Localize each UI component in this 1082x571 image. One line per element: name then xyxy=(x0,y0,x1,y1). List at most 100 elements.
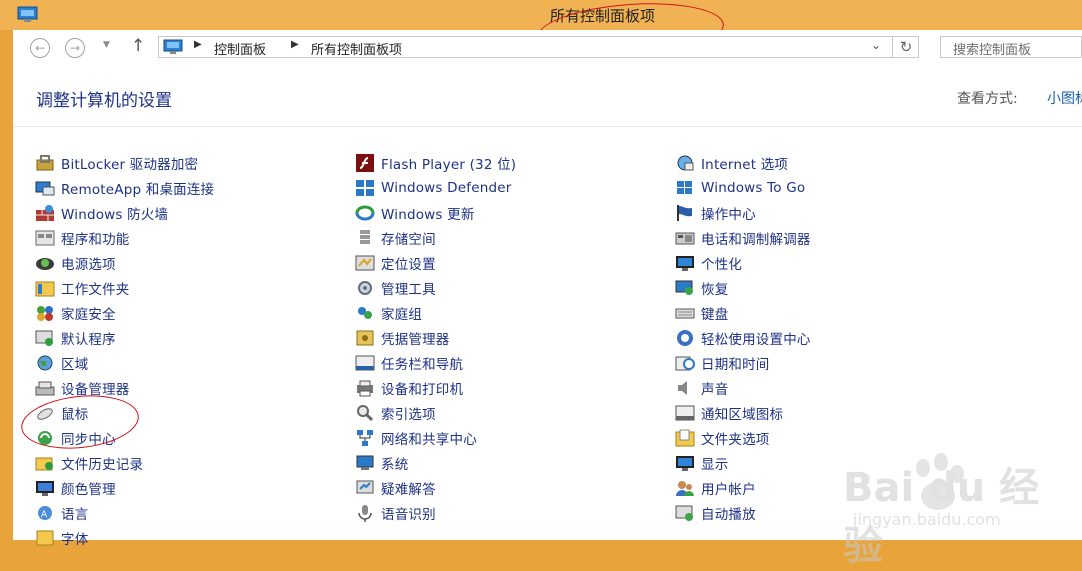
default-programs-icon xyxy=(35,330,53,346)
view-by-label: 查看方式: xyxy=(957,91,1018,107)
item-homegroup[interactable]: 家庭组 xyxy=(355,300,516,325)
forward-arrow-icon[interactable]: → xyxy=(65,38,85,58)
item-action-center[interactable]: 操作中心 xyxy=(675,200,811,225)
breadcrumb-separator-icon: ▶ xyxy=(291,39,299,50)
location-icon xyxy=(355,255,375,270)
autoplay-icon xyxy=(675,505,693,521)
item-windows-defender[interactable]: Windows Defender xyxy=(355,175,516,200)
item-admin-tools[interactable]: 管理工具 xyxy=(355,275,516,300)
item-notification-icons[interactable]: 通知区域图标 xyxy=(675,400,811,425)
item-location[interactable]: 定位设置 xyxy=(355,250,516,275)
item-family-safety[interactable]: 家庭安全 xyxy=(35,300,214,325)
fonts-icon xyxy=(36,530,54,545)
search-input[interactable]: 搜索控制面板 xyxy=(940,36,1082,58)
storage-spaces-icon xyxy=(360,229,370,244)
item-fonts[interactable]: 字体 xyxy=(35,525,214,550)
item-file-history[interactable]: 文件历史记录 xyxy=(35,450,214,475)
remoteapp-icon xyxy=(35,181,55,195)
troubleshooting-icon xyxy=(356,480,374,493)
breadcrumb-separator-icon: ▶ xyxy=(194,39,202,50)
item-date-time[interactable]: 日期和时间 xyxy=(675,350,811,375)
view-by-dropdown[interactable]: 小图标 xyxy=(1047,88,1082,108)
item-indexing[interactable]: 索引选项 xyxy=(355,400,516,425)
item-internet-options[interactable]: Internet 选项 xyxy=(675,150,811,175)
item-windows-update[interactable]: Windows 更新 xyxy=(355,200,516,225)
indexing-icon xyxy=(357,404,374,421)
recovery-icon xyxy=(675,280,693,295)
sound-icon xyxy=(678,380,687,395)
item-flash-player[interactable]: Flash Player (32 位) xyxy=(355,150,516,175)
baidu-watermark: Bai du 经验 jingyan.baidu.com xyxy=(843,450,1073,569)
item-display[interactable]: 显示 xyxy=(675,450,811,475)
taskbar-icon xyxy=(355,355,375,370)
notification-icons-icon xyxy=(675,405,695,420)
item-keyboard[interactable]: 键盘 xyxy=(675,300,811,325)
item-firewall[interactable]: Windows 防火墙 xyxy=(35,200,214,225)
item-work-folders[interactable]: 工作文件夹 xyxy=(35,275,214,300)
item-speech[interactable]: 语音识别 xyxy=(355,500,516,525)
device-manager-icon xyxy=(35,381,55,395)
back-arrow-icon[interactable]: ← xyxy=(30,38,50,58)
network-icon xyxy=(357,429,373,446)
up-arrow-icon[interactable]: ↑ xyxy=(131,36,145,56)
keyboard-icon xyxy=(675,308,695,318)
item-devices-printers[interactable]: 设备和打印机 xyxy=(355,375,516,400)
address-bar[interactable]: ▶ 控制面板 ▶ 所有控制面板项 ⌄ ↻ xyxy=(158,36,919,58)
svg-text:A: A xyxy=(41,510,48,520)
item-phone-modem[interactable]: 电话和调制解调器 xyxy=(675,225,811,250)
watermark-url: jingyan.baidu.com xyxy=(853,510,1001,529)
item-remoteapp[interactable]: RemoteApp 和桌面连接 xyxy=(35,175,214,200)
item-color-management[interactable]: 颜色管理 xyxy=(35,475,214,500)
windows-update-icon xyxy=(355,205,375,220)
item-recovery[interactable]: 恢复 xyxy=(675,275,811,300)
item-personalization[interactable]: 个性化 xyxy=(675,250,811,275)
system-icon xyxy=(356,455,374,470)
control-panel-icon xyxy=(17,6,38,22)
programs-icon xyxy=(35,230,55,245)
bitlocker-icon xyxy=(36,154,54,170)
control-panel-window: ← → ▼ ↑ ▶ 控制面板 ▶ 所有控制面板项 ⌄ ↻ 搜索控制面板 调整计算… xyxy=(13,30,1082,569)
item-credential-manager[interactable]: 凭据管理器 xyxy=(355,325,516,350)
item-system[interactable]: 系统 xyxy=(355,450,516,475)
item-autoplay[interactable]: 自动播放 xyxy=(675,500,811,525)
date-time-icon xyxy=(675,356,695,370)
control-panel-small-icon xyxy=(163,39,183,54)
item-sound[interactable]: 声音 xyxy=(675,375,811,400)
item-language[interactable]: A 语言 xyxy=(35,500,214,525)
item-programs[interactable]: 程序和功能 xyxy=(35,225,214,250)
item-region[interactable]: 区域 xyxy=(35,350,214,375)
page-title: 调整计算机的设置 xyxy=(36,91,172,111)
item-storage-spaces[interactable]: 存储空间 xyxy=(355,225,516,250)
item-device-manager[interactable]: 设备管理器 xyxy=(35,375,214,400)
item-user-accounts[interactable]: 用户帐户 xyxy=(675,475,811,500)
work-folders-icon xyxy=(35,281,55,296)
item-folder-options[interactable]: 文件夹选项 xyxy=(675,425,811,450)
items-column-3: Internet 选项 Windows To Go 操作中心 电话和调制解调器 … xyxy=(675,150,811,525)
items-column-2: Flash Player (32 位) Windows Defender Win… xyxy=(355,150,516,525)
breadcrumb-all-items[interactable]: 所有控制面板项 xyxy=(311,39,402,58)
item-taskbar[interactable]: 任务栏和导航 xyxy=(355,350,516,375)
item-power[interactable]: 电源选项 xyxy=(35,250,214,275)
language-icon: A xyxy=(38,505,52,520)
region-icon xyxy=(37,355,53,370)
family-safety-icon xyxy=(37,305,53,321)
address-dropdown-icon[interactable]: ⌄ xyxy=(871,38,881,52)
refresh-icon[interactable]: ↻ xyxy=(892,36,919,58)
divider xyxy=(13,126,1082,127)
credential-manager-icon xyxy=(356,330,374,345)
recent-pages-dropdown-icon[interactable]: ▼ xyxy=(103,40,110,50)
item-default-programs[interactable]: 默认程序 xyxy=(35,325,214,350)
search-placeholder: 搜索控制面板 xyxy=(953,43,1032,58)
breadcrumb-control-panel[interactable]: 控制面板 xyxy=(214,39,266,58)
item-windows-to-go[interactable]: Windows To Go xyxy=(675,175,811,200)
user-accounts-icon xyxy=(676,480,694,496)
item-network[interactable]: 网络和共享中心 xyxy=(355,425,516,450)
ease-of-access-icon xyxy=(677,329,693,346)
item-bitlocker[interactable]: BitLocker 驱动器加密 xyxy=(35,150,214,175)
item-troubleshooting[interactable]: 疑难解答 xyxy=(355,475,516,500)
file-history-icon xyxy=(35,457,53,470)
windows-to-go-icon xyxy=(677,180,692,194)
admin-tools-icon xyxy=(358,280,372,295)
item-ease-of-access[interactable]: 轻松使用设置中心 xyxy=(675,325,811,350)
phone-modem-icon xyxy=(675,232,695,244)
